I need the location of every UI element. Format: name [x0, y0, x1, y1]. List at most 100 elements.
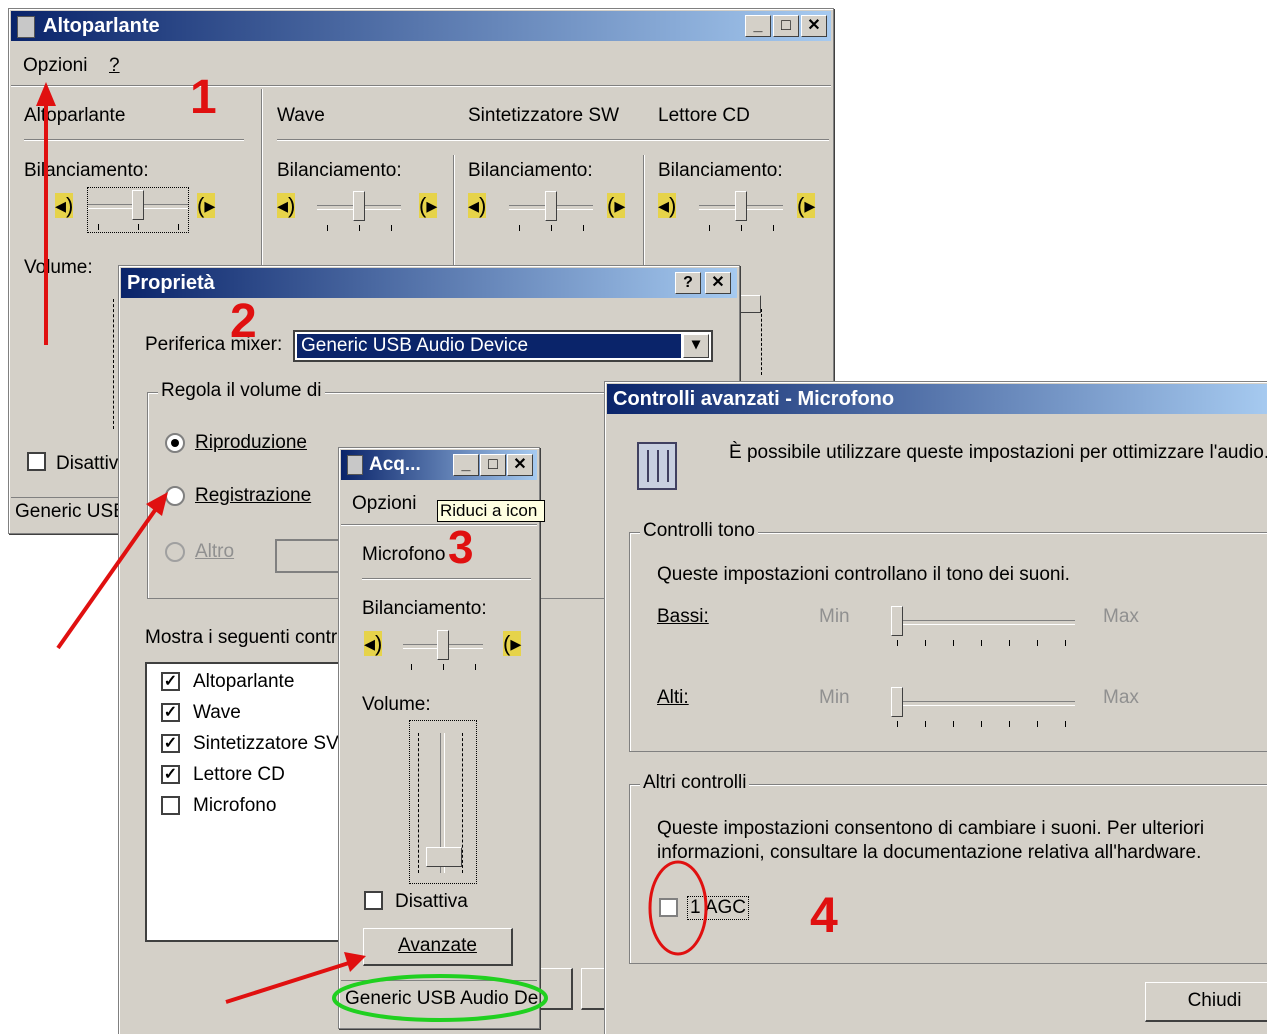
- balance-slider-1[interactable]: [87, 187, 189, 233]
- other-description-line1: Queste impostazioni consentono di cambia…: [657, 818, 1205, 839]
- balance-label-4: Bilanciamento:: [658, 160, 783, 181]
- treble-min-label: Min: [819, 687, 850, 708]
- recording-titlebar[interactable]: Acq... _ □ ✕: [341, 450, 537, 480]
- list-item-microfono: Microfono: [193, 795, 277, 816]
- minimize-button[interactable]: _: [745, 15, 771, 37]
- mixer-settings-icon: [637, 442, 677, 490]
- list-item-wave: Wave: [193, 702, 241, 723]
- recording-channel-title: Microfono: [362, 544, 446, 565]
- close-button[interactable]: ✕: [507, 454, 533, 476]
- treble-max-label: Max: [1103, 687, 1139, 708]
- recording-mixer-window: Acq... _ □ ✕ Opzioni Riduci a icon Micro…: [338, 447, 545, 1029]
- speaker-left-icon: ◂): [364, 631, 383, 656]
- main-titlebar[interactable]: Altoparlante _ □ ✕: [11, 11, 831, 41]
- recording-volume-label: Volume:: [362, 694, 431, 715]
- recording-volume-thumb[interactable]: [426, 847, 462, 867]
- mixer-device-select[interactable]: Generic USB Audio Device ▾: [293, 330, 713, 362]
- bass-label: Bassi:: [657, 606, 709, 627]
- radio-record-label[interactable]: Registrazione: [195, 485, 311, 507]
- radio-playback[interactable]: [165, 433, 185, 453]
- other-select[interactable]: [275, 539, 345, 573]
- radio-record[interactable]: [165, 486, 185, 506]
- radio-other-label[interactable]: Altro: [195, 541, 234, 563]
- speaker-left-icon: ◂): [277, 193, 296, 218]
- column-1-underline: [24, 139, 244, 141]
- speaker-left-icon: ◂): [658, 193, 677, 218]
- other-description-line2: informazioni, consultare la documentazio…: [657, 842, 1202, 863]
- mute-label: Disattiv: [56, 453, 119, 474]
- menu-opzioni[interactable]: Opzioni: [23, 55, 87, 77]
- radio-other[interactable]: [165, 542, 185, 562]
- recording-menu-separator: [341, 524, 537, 526]
- column-wave-title: Wave: [277, 105, 325, 126]
- mixer-device-value: Generic USB Audio Device: [297, 334, 681, 358]
- column-divider-3: [643, 155, 645, 275]
- close-dialog-button[interactable]: Chiudi: [1145, 982, 1267, 1022]
- advanced-description: È possibile utilizzare queste impostazio…: [729, 442, 1267, 463]
- column-cd-title: Lettore CD: [658, 105, 750, 126]
- agc-checkbox[interactable]: [659, 898, 678, 917]
- treble-label: Alti:: [657, 687, 689, 708]
- list-checkbox-cd[interactable]: ✓: [161, 765, 180, 784]
- close-button[interactable]: ✕: [705, 272, 731, 294]
- column-divider-2: [453, 155, 455, 275]
- balance-slider-3[interactable]: [509, 189, 593, 233]
- column-synth-title: Sintetizzatore SW: [468, 105, 619, 126]
- speaker-right-icon: (▸: [607, 193, 626, 218]
- list-item-altoparlante: Altoparlante: [193, 671, 295, 692]
- recording-title: Acq...: [369, 454, 421, 475]
- recording-menu-opzioni[interactable]: Opzioni: [352, 493, 416, 515]
- other-controls-title: Altri controlli: [640, 772, 750, 794]
- chevron-down-icon[interactable]: ▾: [683, 334, 709, 358]
- recording-balance-slider[interactable]: [403, 628, 483, 672]
- list-item-cd: Lettore CD: [193, 764, 285, 785]
- ok-button[interactable]: [539, 968, 573, 1010]
- radio-playback-label[interactable]: Riproduzione: [195, 432, 307, 454]
- speaker-right-icon: (▸: [503, 631, 522, 656]
- close-dialog-label: Chiudi: [1187, 990, 1242, 1011]
- balance-slider-2[interactable]: [317, 189, 401, 233]
- recording-volume-slider[interactable]: [409, 720, 477, 884]
- annotation-step-4: 4: [810, 887, 838, 943]
- recording-balance-label: Bilanciamento:: [362, 598, 487, 619]
- balance-slider-4[interactable]: [699, 189, 783, 233]
- close-button[interactable]: ✕: [801, 15, 827, 37]
- main-title: Altoparlante: [43, 15, 160, 37]
- advanced-button[interactable]: Avanzate: [363, 928, 513, 966]
- list-checkbox-synth[interactable]: ✓: [161, 734, 180, 753]
- balance-label-2: Bilanciamento:: [277, 160, 402, 181]
- speaker-left-icon: ◂): [468, 193, 487, 218]
- speaker-right-icon: (▸: [797, 193, 816, 218]
- speaker-right-icon: (▸: [197, 193, 216, 218]
- bass-max-label: Max: [1103, 606, 1139, 627]
- recording-mute-checkbox[interactable]: [364, 891, 383, 910]
- list-checkbox-wave[interactable]: ✓: [161, 703, 180, 722]
- adjust-volume-title: Regola il volume di: [158, 380, 325, 402]
- properties-titlebar[interactable]: Proprietà ? ✕: [121, 268, 737, 298]
- volume-ticks: [761, 309, 768, 375]
- speaker-left-icon: ◂): [55, 193, 74, 218]
- advanced-button-label: Avanzate: [398, 935, 477, 956]
- tone-controls-title: Controlli tono: [640, 520, 758, 542]
- list-checkbox-altoparlante[interactable]: ✓: [161, 672, 180, 691]
- recording-mute-label: Disattiva: [395, 891, 468, 912]
- annotation-step-2: 2: [230, 295, 257, 348]
- column-altoparlante-title: Altoparlante: [24, 105, 126, 126]
- treble-slider[interactable]: [891, 685, 1075, 729]
- maximize-button[interactable]: □: [773, 15, 799, 37]
- annotation-step-3: 3: [448, 521, 474, 573]
- volume-label-1: Volume:: [24, 257, 93, 278]
- minimize-button[interactable]: _: [453, 454, 479, 476]
- agc-label[interactable]: 1 AGC: [687, 896, 749, 920]
- menu-help[interactable]: ?: [109, 55, 120, 77]
- list-checkbox-microfono[interactable]: [161, 796, 180, 815]
- bass-slider[interactable]: [891, 604, 1075, 648]
- advanced-title: Controlli avanzati - Microfono: [613, 388, 895, 410]
- maximize-button[interactable]: □: [480, 454, 506, 476]
- mute-checkbox[interactable]: [27, 452, 46, 471]
- status-text: Generic USB: [15, 501, 126, 522]
- help-button[interactable]: ?: [675, 272, 701, 294]
- advanced-titlebar[interactable]: Controlli avanzati - Microfono: [607, 384, 1267, 414]
- app-icon: [17, 15, 35, 38]
- properties-title: Proprietà: [127, 272, 215, 294]
